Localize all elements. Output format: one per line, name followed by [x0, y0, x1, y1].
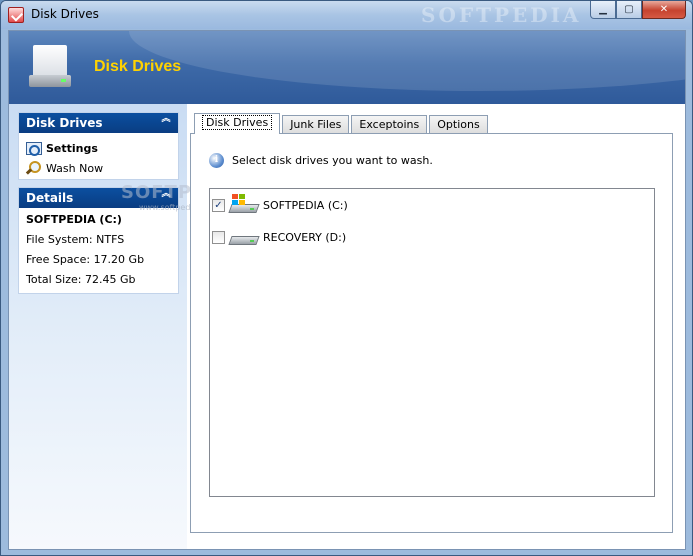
info-icon: i — [209, 153, 224, 168]
tab-junk-files[interactable]: Junk Files — [282, 115, 350, 134]
tasks-panel: Disk Drives ︽ Settings Wash Now — [18, 112, 179, 180]
hard-drive-icon — [228, 226, 260, 248]
collapse-icon[interactable]: ︽ — [160, 115, 172, 128]
tab-strip: Disk Drives Junk Files Exceptoins Option… — [194, 113, 490, 134]
disk-drive-icon — [29, 45, 71, 89]
close-button[interactable]: ✕ — [642, 1, 686, 19]
app-icon[interactable] — [8, 7, 24, 23]
hint-text: Select disk drives you want to wash. — [232, 154, 433, 167]
settings-label: Settings — [46, 141, 98, 155]
detail-free-space: Free Space: 17.20 Gb — [26, 253, 145, 266]
minimize-button[interactable]: ▁ — [590, 1, 616, 19]
tasks-panel-title: Disk Drives — [26, 116, 103, 130]
windows-drive-icon — [228, 194, 260, 216]
disk-drives-tab-page: i Select disk drives you want to wash. ✓… — [190, 133, 673, 533]
title-watermark: SOFTPEDIA — [421, 3, 582, 27]
window-controls: ▁ ▢ ✕ — [590, 1, 686, 19]
tab-exceptions[interactable]: Exceptoins — [351, 115, 428, 134]
drive-label: RECOVERY (D:) — [263, 230, 347, 244]
left-task-pane: Disk Drives ︽ Settings Wash Now Details … — [9, 104, 187, 549]
hint-row: i Select disk drives you want to wash. — [209, 153, 433, 168]
drive-label: SOFTPEDIA (C:) — [263, 198, 348, 212]
app-window: Disk Drives SOFTPEDIA ▁ ▢ ✕ Disk Drives … — [0, 0, 693, 556]
drive-list[interactable]: ✓ SOFTPEDIA (C:) RECOVERY (D:) — [209, 188, 655, 497]
settings-icon — [26, 141, 42, 156]
details-panel-title: Details — [26, 191, 74, 205]
list-item[interactable]: ✓ SOFTPEDIA (C:) — [212, 192, 348, 218]
title-bar[interactable]: Disk Drives SOFTPEDIA ▁ ▢ ✕ — [1, 1, 692, 29]
detail-file-system: File System: NTFS — [26, 233, 125, 246]
tab-label: Disk Drives — [202, 115, 273, 130]
window-title: Disk Drives — [31, 7, 99, 21]
detail-drive-name: SOFTPEDIA (C:) — [26, 213, 122, 226]
maximize-button[interactable]: ▢ — [616, 1, 642, 19]
list-item[interactable]: RECOVERY (D:) — [212, 224, 346, 250]
tab-disk-drives[interactable]: Disk Drives — [194, 113, 281, 134]
wash-now-task[interactable]: Wash Now — [26, 158, 171, 178]
detail-total-size: Total Size: 72.45 Gb — [26, 273, 136, 286]
client-area: Disk Drives Disk Drives ︽ Settings Wash … — [8, 30, 686, 550]
wash-now-label: Wash Now — [46, 161, 104, 175]
drive-checkbox[interactable]: ✓ — [212, 198, 225, 212]
header-banner: Disk Drives — [9, 31, 685, 104]
search-icon — [26, 161, 41, 175]
tasks-panel-header[interactable]: Disk Drives ︽ — [19, 113, 178, 133]
drive-checkbox[interactable] — [212, 230, 225, 244]
tab-options[interactable]: Options — [429, 115, 488, 134]
settings-task[interactable]: Settings — [26, 138, 171, 158]
header-title: Disk Drives — [94, 58, 182, 75]
